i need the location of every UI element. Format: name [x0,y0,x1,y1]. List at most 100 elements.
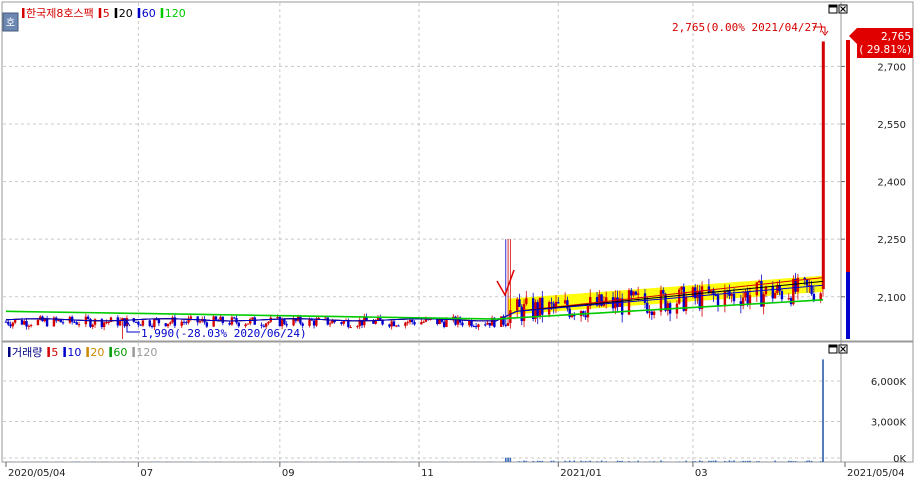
volume-bar [525,460,528,462]
candle-body [253,317,256,325]
candle-body [474,326,478,328]
x-tick-label: 11 [421,468,434,479]
candle-body [164,323,167,327]
volume-bar [568,460,571,462]
volume-bar [714,460,717,462]
volume-bar [541,460,544,462]
candle-body [634,291,638,295]
candle-body [643,293,647,303]
volume-bar [701,461,703,462]
volume-bar [596,461,598,462]
volume-bar [507,457,509,462]
volume-tick-label: 6,000K [871,377,907,388]
price-tick-label: 2,700 [877,62,906,73]
volume-bar [810,460,813,462]
volume-bar [589,460,592,462]
volume-bar [792,461,795,462]
volume-bar [580,460,582,462]
volume-bar [648,461,651,462]
candle-body [531,298,535,320]
x-tick-label: 07 [140,468,153,479]
volume-bar [710,460,712,462]
candle-body [662,290,665,294]
candle-body [762,294,765,307]
candle-body [472,326,476,328]
volume-bar [733,460,735,462]
candle-body [650,311,654,315]
candle-body [557,301,560,304]
candle-body [484,324,487,326]
candle-body [57,320,60,322]
legend-swatch [137,8,141,18]
candle-body [180,321,183,326]
candle-body [422,321,425,323]
volume-bar [698,460,701,462]
candle-body [388,324,391,327]
volume-bar [584,461,587,462]
candle-body [27,325,31,327]
candle-body [189,316,193,319]
legend-label: 120 [165,7,186,20]
legend-label: 120 [136,346,157,359]
candle-body [233,317,236,319]
candle-body [7,321,10,325]
volume-bar [774,460,776,462]
candle-body [630,290,633,296]
candle-body [356,326,359,328]
candle-body [139,324,142,326]
candle-body [408,319,412,323]
legend-label: 20 [119,7,133,20]
candle-body [461,322,464,326]
candle-body [468,320,471,326]
volume-bar [653,461,655,462]
legend-swatch [63,347,66,357]
legend-label: 거래량 [12,346,42,359]
volume-bar [628,461,630,462]
volume-bar [523,460,525,462]
legend-swatch [86,347,89,357]
candle-body [29,325,33,327]
volume-bar [587,461,589,462]
volume-bar [730,461,733,462]
candle-body [780,291,784,300]
candle-body [568,308,571,318]
volume-bar [808,460,811,462]
candle-body [746,291,749,304]
candle-body [659,290,663,312]
candle-body [246,323,250,325]
candle-body [205,322,209,327]
candle-body [392,321,396,327]
candle-body [169,322,172,324]
candle-body [36,319,40,326]
candle-body [730,293,733,296]
volume-bar [749,460,751,462]
candle-body [340,322,343,324]
candle-body [77,324,81,326]
volume-bar [694,461,697,462]
candle-body [203,319,206,323]
legend-label: 5 [51,346,58,359]
candle-body [445,319,448,327]
candle-body [278,316,282,327]
candle-body [292,318,295,326]
volume-tick-label: 0K [893,454,906,465]
volume-bar [660,460,662,462]
volume-bar [518,461,521,462]
candle-body [792,278,795,305]
legend-label: 20 [90,346,104,359]
candle-body [141,320,145,326]
volume-bar [557,461,560,462]
candle-body [312,320,316,326]
candle-body [214,316,218,320]
candle-body [148,320,151,326]
candle-body [632,291,635,296]
candle-body [550,302,553,304]
candle-body [260,324,263,326]
volume-bar [616,460,619,462]
candle-body [326,317,329,325]
x-tick-label: 09 [282,468,295,479]
current-change-label: ( 29.81%) [859,44,911,56]
candle-body [821,41,825,290]
volume-bar [708,460,710,462]
candle-body [648,311,651,313]
